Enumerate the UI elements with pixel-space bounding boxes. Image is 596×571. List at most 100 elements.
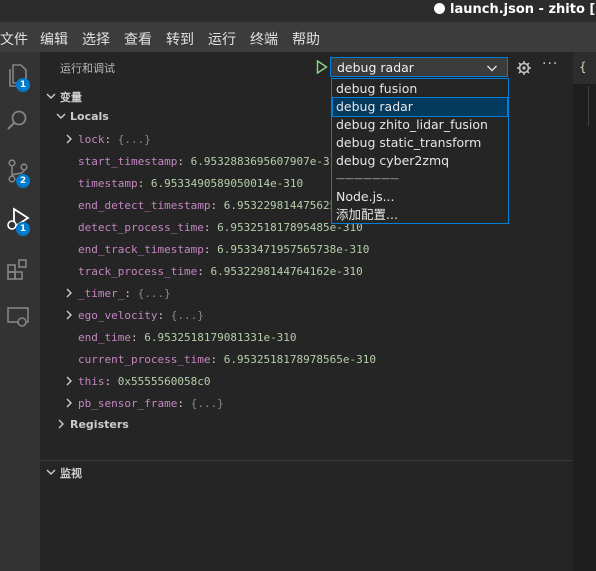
variable-separator: : (137, 177, 151, 190)
variable-row[interactable]: end_time: 6.9532518179081331e-310 (78, 328, 297, 348)
variable-separator: : (203, 243, 218, 256)
variable-value: 6.9532518178978565e-310 (223, 353, 377, 366)
chevron-right-icon (66, 376, 72, 386)
variable-row[interactable]: pb_sensor_frame: {...} (64, 394, 224, 414)
variable-separator: : (157, 309, 171, 322)
watch-section-header[interactable]: 监视 (40, 462, 573, 482)
chevron-down-icon (46, 469, 56, 475)
variable-value: {...} (170, 309, 204, 322)
activity-explorer[interactable]: 1 (0, 56, 40, 96)
explorer-badge: 1 (16, 78, 30, 92)
variable-separator: : (210, 199, 224, 212)
start-debugging-icon[interactable] (316, 60, 328, 74)
dropdown-option-add-config[interactable]: 添加配置... (333, 206, 507, 224)
menu-goto[interactable]: 转到 (166, 29, 194, 49)
chevron-right-icon (66, 134, 72, 144)
variable-name: end_detect_timestamp (78, 199, 211, 212)
variables-title: 变量 (60, 91, 82, 104)
debug-config-select[interactable]: debug radar (330, 57, 508, 77)
dropdown-option-selected[interactable]: debug radar (332, 97, 508, 117)
menu-help[interactable]: 帮助 (292, 29, 320, 49)
activity-source-control[interactable]: 2 (0, 152, 40, 192)
variable-name: ego_velocity (78, 309, 158, 322)
menu-terminal[interactable]: 终端 (250, 29, 278, 49)
chevron-down-icon (56, 113, 66, 119)
menu-selection[interactable]: 选择 (82, 29, 110, 49)
registers-label: Registers (70, 418, 129, 431)
variable-name: end_time (78, 331, 131, 344)
section-divider (40, 460, 573, 461)
variable-name: pb_sensor_frame (78, 397, 178, 410)
config-selected-label: debug radar (337, 60, 414, 75)
variable-row[interactable]: ego_velocity: {...} (64, 306, 204, 326)
variable-name: this (78, 375, 105, 388)
variable-name: _timer_ (78, 287, 125, 300)
dropdown-option[interactable]: debug static_transform (333, 134, 507, 152)
variable-value: 0x5555560058c0 (117, 375, 211, 388)
activity-bar: 1 2 1 (0, 52, 40, 571)
indent-guide (588, 86, 589, 126)
variable-separator: : (177, 155, 191, 168)
variable-separator: : (130, 331, 145, 344)
variable-name: detect_process_time (78, 221, 204, 234)
variable-value: 6.9533471957565738e-310 (217, 243, 370, 256)
variable-value: {...} (190, 397, 224, 410)
variable-separator: : (124, 287, 138, 300)
menu-bar: 文件 编辑 选择 查看 转到 运行 终端 帮助 (0, 22, 596, 52)
extensions-icon (7, 259, 27, 280)
variable-row[interactable]: track_process_time: 6.9532298144764162e-… (78, 262, 363, 282)
more-actions-icon[interactable]: ··· (542, 56, 558, 72)
variable-row[interactable]: start_timestamp: 6.9532883695607907e-31 (78, 152, 336, 172)
variable-row[interactable]: lock: {...} (64, 130, 151, 150)
menu-file[interactable]: 文件 (0, 29, 28, 49)
dropdown-option[interactable]: debug zhito_lidar_fusion (333, 116, 507, 134)
menu-edit[interactable]: 编辑 (40, 29, 68, 49)
chevron-right-icon (66, 398, 72, 408)
dropdown-option[interactable]: debug fusion (333, 80, 507, 98)
variable-name: end_track_timestamp (78, 243, 204, 256)
variable-name: track_process_time (78, 265, 198, 278)
window-title: launch.json - zhito [C (434, 2, 596, 17)
variable-row[interactable]: end_track_timestamp: 6.9533471957565738e… (78, 240, 369, 260)
registers-scope[interactable]: Registers (56, 418, 129, 431)
variable-row[interactable]: end_detect_timestamp: 6.953229814475625 (78, 196, 336, 216)
variable-value: {...} (117, 133, 151, 146)
variable-row[interactable]: detect_process_time: 6.953251817895485e-… (78, 218, 363, 238)
window-title-text: launch.json - zhito [C (450, 2, 596, 17)
variable-separator: : (104, 375, 118, 388)
activity-extensions[interactable] (0, 250, 40, 290)
variable-value: 6.9532883695607907e-31 (190, 155, 337, 168)
variable-value: 6.953229814475625 (223, 199, 337, 212)
chevron-down-icon (46, 93, 56, 99)
remote-explorer-icon (7, 307, 29, 327)
activity-run-debug[interactable]: 1 (0, 200, 40, 240)
dropdown-option-nodejs[interactable]: Node.js... (333, 188, 507, 206)
variable-row[interactable]: timestamp: 6.9533490589050014e-310 (78, 174, 303, 194)
variable-value: 6.9532518179081331e-310 (144, 331, 297, 344)
editor-area: { (573, 52, 596, 571)
chevron-right-icon (66, 310, 72, 320)
variable-name: current_process_time (78, 353, 211, 366)
chevron-down-icon (487, 65, 497, 72)
variable-row[interactable]: this: 0x5555560058c0 (64, 372, 210, 392)
editor-tab[interactable]: { (573, 52, 596, 84)
dropdown-separator: ——————— (336, 174, 399, 184)
title-bar: launch.json - zhito [C (0, 0, 596, 22)
variable-separator: : (177, 397, 191, 410)
locals-scope[interactable]: Locals (56, 110, 109, 123)
menu-view[interactable]: 查看 (124, 29, 152, 49)
activity-remote-explorer[interactable] (0, 298, 40, 338)
variable-row[interactable]: _timer_: {...} (64, 284, 171, 304)
variable-separator: : (210, 353, 224, 366)
locals-label: Locals (70, 110, 109, 123)
unsaved-dot-icon (434, 3, 445, 14)
variable-separator: : (203, 221, 218, 234)
dropdown-option[interactable]: debug cyber2zmq (333, 152, 507, 170)
variable-name: lock (78, 133, 105, 146)
menu-run[interactable]: 运行 (208, 29, 236, 49)
gear-icon[interactable] (516, 60, 532, 76)
variable-row[interactable]: current_process_time: 6.9532518178978565… (78, 350, 376, 370)
activity-search[interactable] (0, 102, 40, 142)
variable-value: 6.9533490589050014e-310 (150, 177, 304, 190)
chevron-right-icon (58, 419, 64, 429)
